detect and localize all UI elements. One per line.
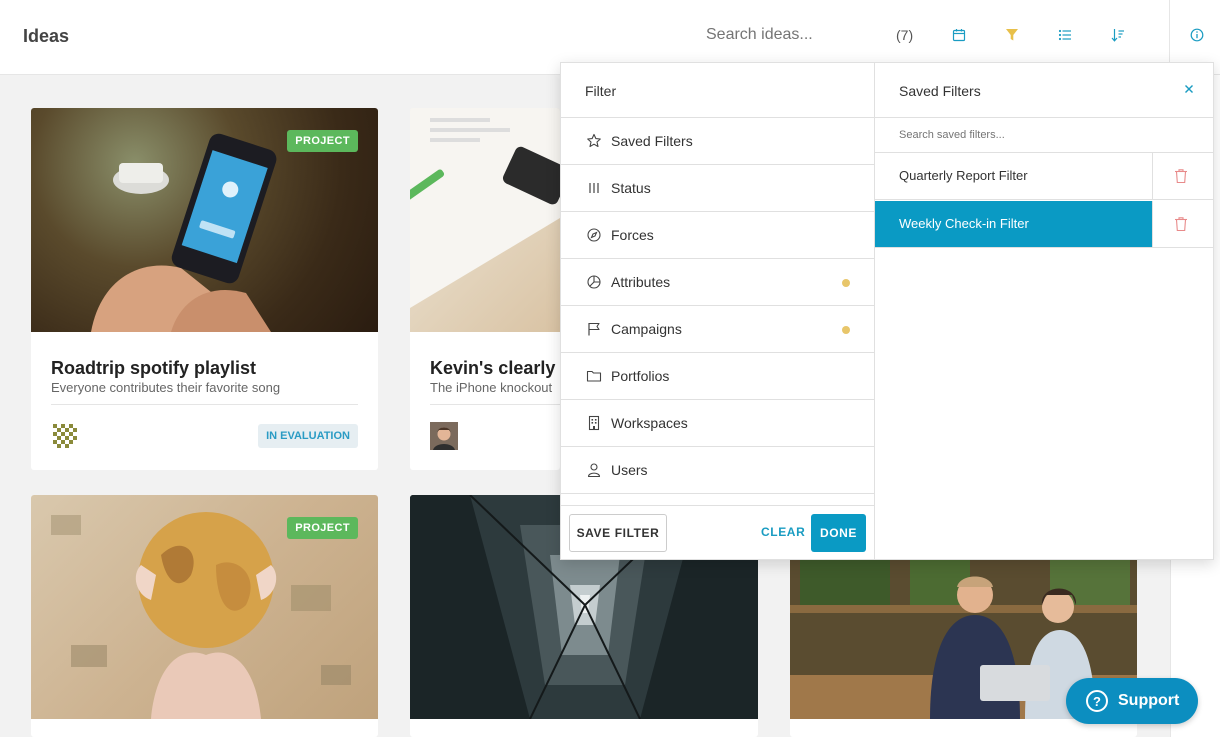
filter-panel: Filter Saved Filters Status Forces Attri… (560, 62, 1214, 560)
building-icon (585, 414, 603, 432)
project-badge: PROJECT (287, 517, 358, 539)
folder-icon (585, 367, 603, 385)
saved-filter-name[interactable]: Quarterly Report Filter (875, 153, 1152, 199)
page-title: Ideas (23, 26, 70, 46)
row-divider (1152, 153, 1153, 199)
saved-filters-search (875, 117, 1213, 153)
row-divider (1152, 201, 1153, 247)
card-title[interactable]: Roadtrip spotify playlist (51, 358, 256, 379)
filter-item-attributes[interactable]: Attributes (561, 258, 874, 305)
card-subtitle: The iPhone knockout (430, 380, 553, 395)
project-badge: PROJECT (287, 130, 358, 152)
filter-item-forces[interactable]: Forces (561, 211, 874, 258)
filter-categories: Filter Saved Filters Status Forces Attri… (561, 63, 875, 559)
filter-footer: SAVE FILTER CLEAR DONE (561, 505, 874, 559)
star-icon (585, 132, 603, 150)
list-icon[interactable] (1057, 26, 1073, 44)
filter-list: Saved Filters Status Forces Attributes C… (561, 117, 874, 540)
idea-card[interactable]: PROJECT Roadtrip spotify playlist Everyo… (31, 108, 378, 470)
card-image: PROJECT (31, 495, 378, 719)
card-subtitle: Everyone contributes their favorite song (51, 380, 281, 395)
filter-item-label: Workspaces (611, 415, 688, 431)
filter-item-label: Campaigns (611, 321, 682, 337)
trash-icon[interactable] (1174, 168, 1188, 184)
filter-title: Filter (585, 83, 617, 99)
saved-filter-name[interactable]: Weekly Check-in Filter (875, 201, 1152, 247)
filter-item-label: Users (611, 462, 648, 478)
filter-item-label: Portfolios (611, 368, 670, 384)
filter-item-users[interactable]: Users (561, 446, 874, 493)
idea-card[interactable]: Kevin's clearly th The iPhone knockout (410, 108, 560, 470)
support-label: Support (1118, 692, 1180, 709)
active-filter-dot (842, 326, 850, 334)
flag-icon (585, 320, 603, 338)
clear-button[interactable]: CLEAR (761, 525, 805, 539)
filter-item-saved-filters[interactable]: Saved Filters (561, 117, 874, 164)
done-button[interactable]: DONE (811, 514, 866, 552)
card-title[interactable]: Kevin's clearly th (430, 358, 560, 379)
sort-icon[interactable] (1110, 26, 1126, 44)
support-button[interactable]: ? Support (1066, 678, 1198, 724)
card-image (410, 108, 560, 332)
filter-item-status[interactable]: Status (561, 164, 874, 211)
saved-filter-row: Quarterly Report Filter (875, 153, 1213, 200)
calendar-icon[interactable] (951, 26, 967, 44)
avatar[interactable] (51, 422, 79, 450)
info-icon[interactable] (1189, 26, 1205, 44)
search-ideas-input[interactable] (706, 26, 876, 44)
save-filter-button[interactable]: SAVE FILTER (569, 514, 667, 552)
filter-item-campaigns[interactable]: Campaigns (561, 305, 874, 352)
filter-item-label: Status (611, 180, 651, 196)
question-icon: ? (1086, 690, 1108, 712)
filter-item-label: Attributes (611, 274, 671, 290)
saved-filters-search-input[interactable] (875, 118, 1213, 152)
filter-item-workspaces[interactable]: Workspaces (561, 399, 874, 446)
status-bars-icon (585, 179, 603, 197)
saved-filters-panel: Saved Filters Quarterly Report Filter We… (875, 63, 1215, 559)
card-divider (430, 404, 560, 405)
filter-item-portfolios[interactable]: Portfolios (561, 352, 874, 399)
filter-item-label: Saved Filters (611, 133, 693, 149)
trash-icon[interactable] (1174, 216, 1188, 232)
active-filter-dot (842, 279, 850, 287)
saved-filter-row: Weekly Check-in Filter (875, 201, 1213, 248)
card-image: PROJECT (31, 108, 378, 332)
saved-filters-title: Saved Filters (899, 83, 981, 99)
filter-item-label: Forces (611, 227, 654, 243)
filter-icon[interactable] (1004, 26, 1020, 44)
idea-card[interactable]: PROJECT (31, 495, 378, 737)
user-icon (585, 461, 603, 479)
close-icon[interactable] (1181, 81, 1197, 97)
status-badge: IN EVALUATION (258, 424, 358, 448)
card-divider (51, 404, 358, 405)
compass-icon (585, 226, 603, 244)
pie-chart-icon (585, 273, 603, 291)
idea-count: (7) (896, 27, 914, 43)
avatar[interactable] (430, 422, 458, 450)
